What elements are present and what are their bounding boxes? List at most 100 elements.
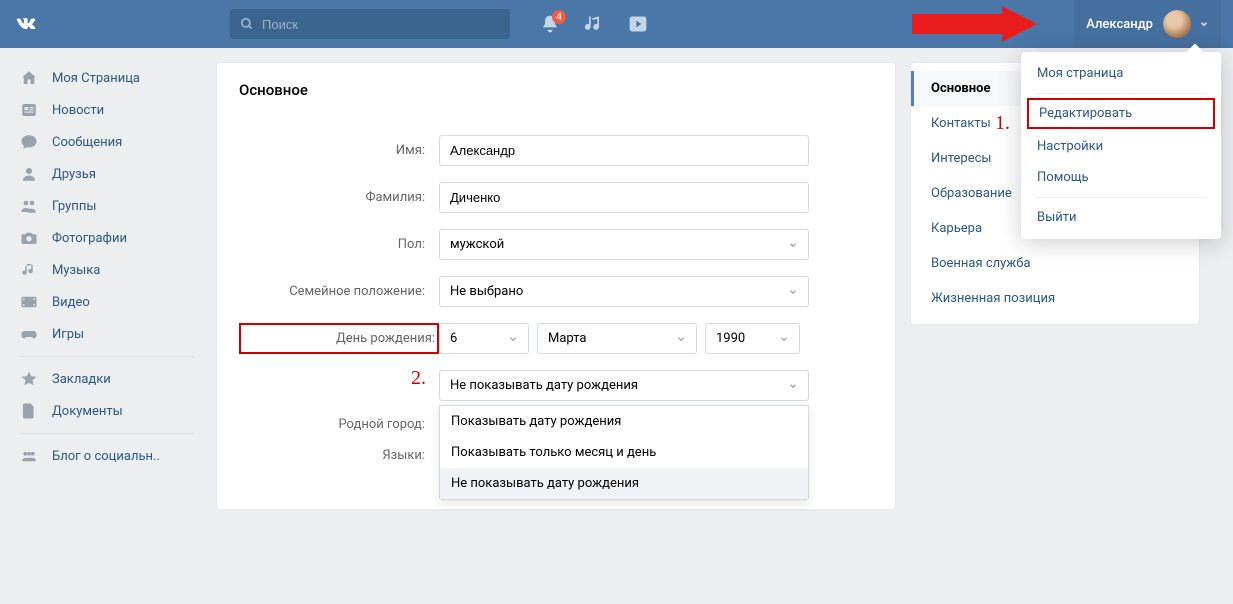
user-menu-button[interactable]: Александр xyxy=(1074,0,1221,48)
select-birth-visibility[interactable]: Не показывать дату рождения xyxy=(439,370,809,401)
nav-label: Группы xyxy=(52,199,96,214)
select-value: 1990 xyxy=(716,331,745,346)
chevron-down-icon xyxy=(676,334,686,344)
photos-icon xyxy=(20,229,42,247)
header-icons: 4 xyxy=(540,14,648,34)
label-surname: Фамилия: xyxy=(239,190,439,205)
ud-sep xyxy=(1035,197,1207,198)
nav-label: Документы xyxy=(52,404,123,419)
label-relationship: Семейное положение: xyxy=(239,284,439,299)
select-birth-day[interactable]: 6 xyxy=(439,323,529,354)
nav-blog[interactable]: Блог о социальн.. xyxy=(12,440,202,472)
messages-icon xyxy=(20,133,42,151)
music-nav-icon xyxy=(20,261,42,279)
star-icon xyxy=(20,370,42,388)
nav-messages[interactable]: Сообщения xyxy=(12,126,202,158)
nav-games[interactable]: Игры xyxy=(12,318,202,350)
play-icon[interactable] xyxy=(628,14,648,34)
left-nav: Моя Страница Новости Сообщения Друзья Гр… xyxy=(12,62,202,510)
visibility-option-month-day[interactable]: Показывать только месяц и день xyxy=(440,437,808,468)
notif-badge: 4 xyxy=(552,10,566,24)
search-icon xyxy=(240,17,254,31)
search-box[interactable] xyxy=(230,9,510,39)
input-surname[interactable] xyxy=(439,182,809,213)
row-relationship: Семейное положение: Не выбрано xyxy=(239,276,873,307)
chevron-down-icon xyxy=(788,381,798,391)
nav-label: Моя Страница xyxy=(52,71,140,86)
nav-my-page[interactable]: Моя Страница xyxy=(12,62,202,94)
nav-video[interactable]: Видео xyxy=(12,286,202,318)
nav-label: Фотографии xyxy=(52,231,127,246)
select-value: 6 xyxy=(450,331,457,346)
select-value: Не выбрано xyxy=(450,284,523,299)
ud-my-page[interactable]: Моя страница xyxy=(1021,58,1221,89)
nav-label: Друзья xyxy=(52,167,96,182)
notifications-icon[interactable]: 4 xyxy=(540,14,560,34)
friends-icon xyxy=(20,165,42,183)
nav-music[interactable]: Музыка xyxy=(12,254,202,286)
nav-docs[interactable]: Документы xyxy=(12,395,202,427)
row-surname: Фамилия: xyxy=(239,182,873,213)
chevron-down-icon xyxy=(779,334,789,344)
vk-logo[interactable] xyxy=(12,10,40,38)
select-gender[interactable]: мужской xyxy=(439,229,809,260)
visibility-option-show[interactable]: Показывать дату рождения xyxy=(440,406,808,437)
avatar xyxy=(1163,10,1191,38)
label-name: Имя: xyxy=(239,143,439,158)
top-header: 4 Александр xyxy=(0,0,1233,48)
music-icon[interactable] xyxy=(584,14,604,34)
select-value: мужской xyxy=(450,237,504,252)
docs-icon xyxy=(20,402,42,420)
label-birthday: День рождения: xyxy=(239,323,439,354)
input-name[interactable] xyxy=(439,135,809,166)
ud-settings[interactable]: Настройки xyxy=(1021,131,1221,162)
nav-label: Закладки xyxy=(52,372,111,387)
chevron-down-icon xyxy=(788,287,798,297)
groups-icon xyxy=(20,197,42,215)
red-arrow-annotation xyxy=(912,6,1037,42)
select-birth-year[interactable]: 1990 xyxy=(705,323,800,354)
row-birthday: День рождения: 6 Марта 1990 2. xyxy=(239,323,873,354)
nav-label: Видео xyxy=(52,295,90,310)
visibility-dropdown: Показывать дату рождения Показывать толь… xyxy=(439,405,809,500)
nav-photos[interactable]: Фотографии xyxy=(12,222,202,254)
nav-news[interactable]: Новости xyxy=(12,94,202,126)
games-icon xyxy=(20,325,42,343)
label-gender: Пол: xyxy=(239,237,439,252)
select-value: Марта xyxy=(548,331,586,346)
search-input[interactable] xyxy=(262,17,500,32)
nav-groups[interactable]: Группы xyxy=(12,190,202,222)
nav-label: Сообщения xyxy=(52,135,122,150)
nav-label: Музыка xyxy=(52,263,100,278)
blog-icon xyxy=(20,447,42,465)
ud-logout[interactable]: Выйти xyxy=(1021,202,1221,233)
visibility-option-hide[interactable]: Не показывать дату рождения xyxy=(440,468,808,499)
label-hometown: Родной город: xyxy=(239,417,439,432)
annotation-one: 1. xyxy=(995,112,1010,135)
row-birth-visibility: Не показывать дату рождения Показывать д… xyxy=(239,370,873,401)
select-relationship[interactable]: Не выбрано xyxy=(439,276,809,307)
nav-separator xyxy=(20,433,194,434)
rnav-life[interactable]: Жизненная позиция xyxy=(911,281,1199,316)
video-icon xyxy=(20,293,42,311)
nav-separator xyxy=(20,356,194,357)
home-icon xyxy=(20,69,42,87)
chevron-down-icon xyxy=(788,240,798,250)
news-icon xyxy=(20,101,42,119)
row-gender: Пол: мужской xyxy=(239,229,873,260)
user-dropdown: 1. Моя страница Редактировать Настройки … xyxy=(1021,52,1221,239)
rnav-military[interactable]: Военная служба xyxy=(911,246,1199,281)
select-value: Не показывать дату рождения xyxy=(450,378,638,393)
select-birth-month[interactable]: Марта xyxy=(537,323,697,354)
ud-help[interactable]: Помощь xyxy=(1021,162,1221,193)
ud-edit[interactable]: Редактировать xyxy=(1027,98,1215,129)
nav-friends[interactable]: Друзья xyxy=(12,158,202,190)
label-languages: Языки: xyxy=(239,448,439,463)
chevron-down-icon xyxy=(1199,19,1209,29)
user-name: Александр xyxy=(1086,17,1153,32)
page-title: Основное xyxy=(239,81,873,99)
nav-label: Блог о социальн.. xyxy=(52,449,160,464)
chevron-down-icon xyxy=(508,334,518,344)
main-panel: Основное Имя: Фамилия: Пол: мужской Се xyxy=(216,62,896,510)
nav-bookmarks[interactable]: Закладки xyxy=(12,363,202,395)
